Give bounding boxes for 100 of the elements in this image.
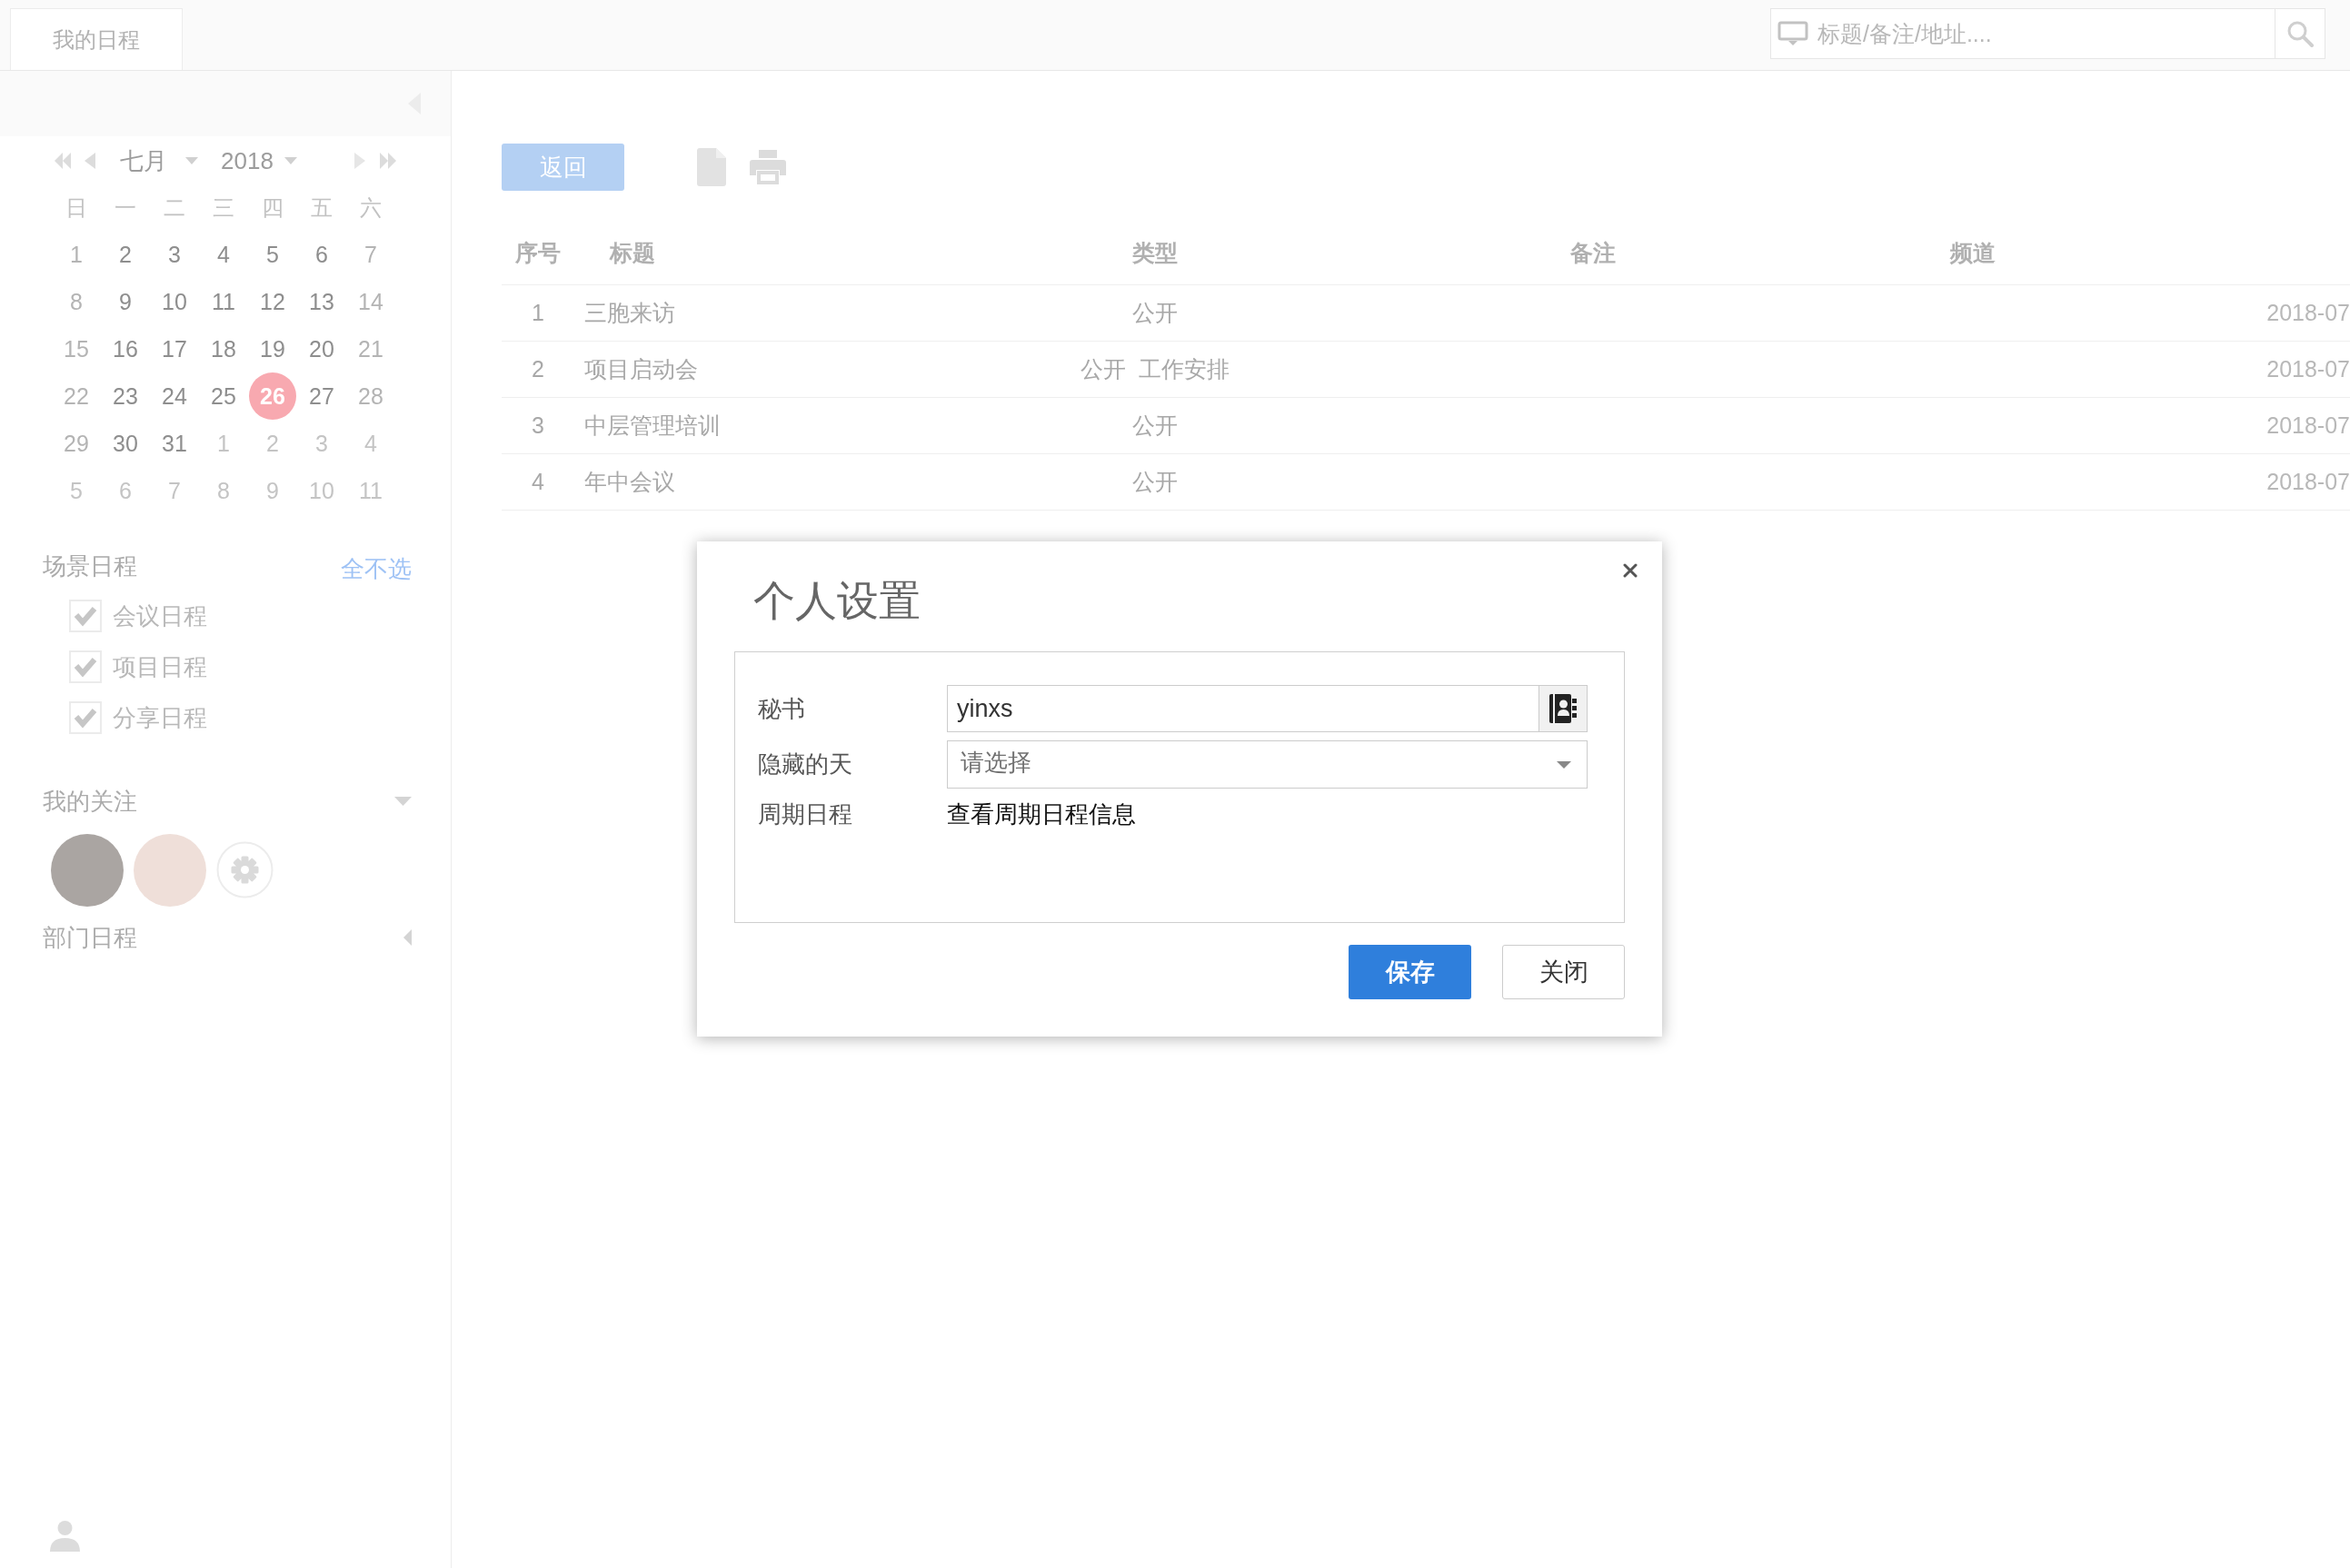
table-cell: 2 <box>532 356 544 382</box>
schedule-link[interactable]: 查看周期日程信息 <box>947 797 1136 831</box>
calendar-day[interactable]: 11 <box>200 278 247 325</box>
calendar-day[interactable]: 10 <box>151 278 198 325</box>
checkbox-label[interactable]: 会议日程 <box>113 600 207 632</box>
calendar-day[interactable]: 8 <box>53 278 100 325</box>
table-cell: 2018-07 <box>2266 356 2350 382</box>
table-cell-text: 中层管理培训 <box>584 412 721 440</box>
save-button[interactable]: 保存 <box>1349 945 1471 999</box>
table-cell: 4 <box>532 469 544 495</box>
search-icon <box>2286 20 2314 47</box>
user-icon[interactable] <box>48 1519 82 1552</box>
calendar-day[interactable]: 5 <box>53 467 100 514</box>
year-dropdown[interactable]: 2018 <box>221 143 297 179</box>
checkbox[interactable] <box>69 701 102 734</box>
calendar-day[interactable]: 6 <box>102 467 149 514</box>
calendar-day[interactable]: 4 <box>200 231 247 278</box>
triangle-left-icon[interactable] <box>85 153 95 169</box>
calendar-day[interactable]: 7 <box>151 467 198 514</box>
calendar-day[interactable]: 6 <box>298 231 345 278</box>
select-field[interactable]: 请选择 <box>947 740 1588 789</box>
table-cell-text: 公开 <box>1132 468 1178 496</box>
calendar-day[interactable]: 16 <box>102 325 149 372</box>
table-cell: 2018-07 <box>2266 300 2350 326</box>
month-dropdown[interactable]: 七月 <box>120 143 198 179</box>
column-header[interactable]: 频道 <box>1950 237 1996 268</box>
checkbox[interactable] <box>69 650 102 683</box>
calendar-day[interactable]: 3 <box>151 231 198 278</box>
table-cell: 2018-07 <box>2266 469 2350 495</box>
calendar-day[interactable]: 18 <box>200 325 247 372</box>
triangle-right-icon[interactable] <box>354 153 365 169</box>
column-header[interactable]: 序号 <box>515 237 561 268</box>
calendar-day[interactable]: 9 <box>249 467 296 514</box>
table-cell-text: 公开 <box>1132 299 1178 327</box>
checkbox-label[interactable]: 分享日程 <box>113 701 207 734</box>
calendar-day[interactable]: 20 <box>298 325 345 372</box>
calendar-day[interactable]: 4 <box>347 420 394 467</box>
column-header[interactable]: 备注 <box>1570 237 1616 268</box>
checkbox-label[interactable]: 项目日程 <box>113 650 207 683</box>
back-button[interactable]: 返回 <box>502 144 624 191</box>
calendar-day[interactable]: 3 <box>298 420 345 467</box>
column-header[interactable]: 标题 <box>610 237 655 268</box>
calendar-day[interactable]: 17 <box>151 325 198 372</box>
calendar-day[interactable]: 26 <box>249 372 296 420</box>
close-icon[interactable] <box>1623 563 1638 578</box>
close-button[interactable]: 关闭 <box>1502 945 1625 999</box>
calendar-day[interactable]: 7 <box>347 231 394 278</box>
calendar-day[interactable]: 13 <box>298 278 345 325</box>
section-title: 部门日程 <box>43 922 137 953</box>
table-cell-text: 三胞来访 <box>584 299 675 327</box>
calendar-day[interactable]: 14 <box>347 278 394 325</box>
calendar-day[interactable]: 2 <box>102 231 149 278</box>
weekday-label: 二 <box>163 194 186 222</box>
calendar-day[interactable]: 31 <box>151 420 198 467</box>
column-header[interactable]: 类型 <box>1132 237 1178 268</box>
calendar-day[interactable]: 5 <box>249 231 296 278</box>
table-cell-text: 年中会议 <box>584 468 675 496</box>
deselect-all-link[interactable]: 全不选 <box>341 552 412 585</box>
caret-icon <box>1557 760 1571 769</box>
monitor-icon <box>1777 21 1808 46</box>
calendar-day[interactable]: 19 <box>249 325 296 372</box>
tab[interactable]: 我的日程 <box>10 8 183 70</box>
section-title: 场景日程 <box>43 551 137 581</box>
table-cell-text: 公开 <box>1132 412 1178 440</box>
weekday-label: 三 <box>212 194 235 222</box>
search-field[interactable]: 标题/备注/地址.... <box>1817 15 2275 52</box>
checkbox[interactable] <box>69 600 102 632</box>
printer-icon[interactable] <box>750 150 786 184</box>
file-icon[interactable] <box>697 148 726 186</box>
calendar-day[interactable]: 8 <box>200 467 247 514</box>
calendar-day[interactable]: 22 <box>53 372 100 420</box>
contacts-button[interactable] <box>1538 685 1588 732</box>
search-bar[interactable]: 标题/备注/地址.... <box>1770 8 2325 59</box>
caret-icon[interactable] <box>394 797 412 806</box>
weekday-label: 四 <box>261 194 284 222</box>
calendar-day[interactable]: 11 <box>347 467 394 514</box>
field-label: 隐藏的天 <box>758 749 852 779</box>
calendar-day[interactable]: 12 <box>249 278 296 325</box>
calendar-day[interactable]: 1 <box>200 420 247 467</box>
calendar-day[interactable]: 28 <box>347 372 394 420</box>
section-title: 我的关注 <box>43 786 137 817</box>
double-triangle-right-icon[interactable] <box>380 153 396 169</box>
calendar-day[interactable]: 2 <box>249 420 296 467</box>
calendar-day[interactable]: 27 <box>298 372 345 420</box>
calendar-day[interactable]: 10 <box>298 467 345 514</box>
calendar-day[interactable]: 23 <box>102 372 149 420</box>
settings-icon[interactable] <box>216 841 274 898</box>
input-field[interactable]: yinxs <box>947 685 1538 732</box>
weekday-label: 一 <box>114 194 137 222</box>
calendar-day[interactable]: 21 <box>347 325 394 372</box>
calendar-day[interactable]: 30 <box>102 420 149 467</box>
triangle-left-icon[interactable] <box>403 929 412 946</box>
double-triangle-left-icon[interactable] <box>55 153 71 169</box>
calendar-day[interactable]: 9 <box>102 278 149 325</box>
table-cell-text: 项目启动会 <box>584 355 698 383</box>
calendar-day[interactable]: 29 <box>53 420 100 467</box>
calendar-day[interactable]: 15 <box>53 325 100 372</box>
calendar-day[interactable]: 1 <box>53 231 100 278</box>
calendar-day[interactable]: 25 <box>200 372 247 420</box>
calendar-day[interactable]: 24 <box>151 372 198 420</box>
